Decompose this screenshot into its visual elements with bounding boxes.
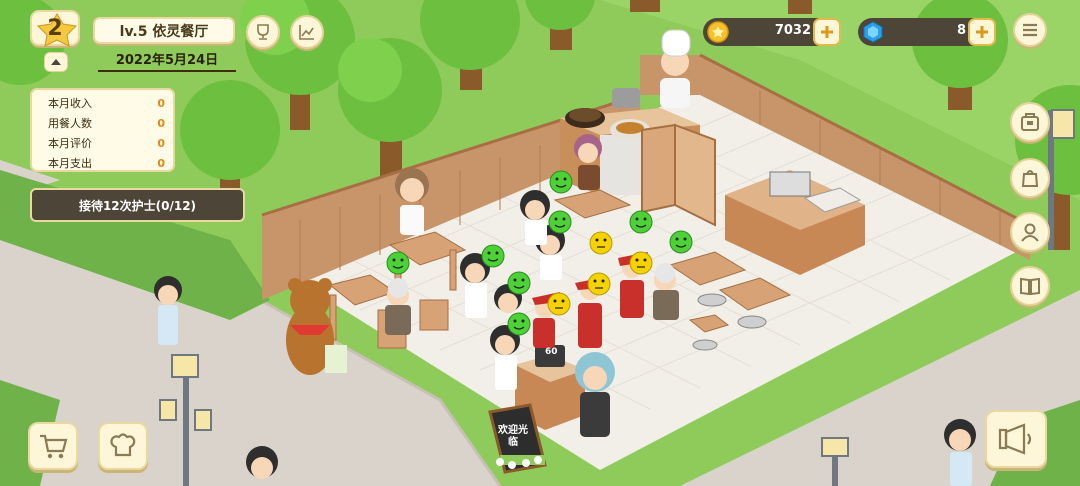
quest-bar[interactable]: 接待12次护士(0/12) xyxy=(30,188,245,222)
level-number: 2 xyxy=(47,15,63,41)
coin-counter: 7032 xyxy=(703,18,841,46)
chef-npc xyxy=(660,29,691,108)
stat-label: 用餐人数 xyxy=(48,117,92,130)
stat-row-rating: 本月评价 0 xyxy=(48,133,165,153)
chef-hat-icon xyxy=(110,433,136,457)
trophy-button[interactable] xyxy=(246,15,280,49)
stat-row-income: 本月收入 0 xyxy=(48,93,165,113)
plus-icon xyxy=(821,26,833,38)
level-badge[interactable]: 2 xyxy=(30,10,80,47)
game-date: 2022年5月24日 xyxy=(98,52,236,72)
restaurant-scene xyxy=(0,0,1080,486)
person-icon xyxy=(1021,223,1039,242)
chevron-up-icon xyxy=(51,59,61,65)
book-icon xyxy=(1020,277,1040,296)
stat-value: 0 xyxy=(157,136,165,150)
main-menu-button[interactable] xyxy=(1013,13,1047,47)
stat-row-expense: 本月支出 0 xyxy=(48,153,165,173)
stat-label: 本月评价 xyxy=(48,137,92,150)
megaphone-icon xyxy=(998,423,1032,455)
menu-icon xyxy=(1023,23,1037,37)
staff-button[interactable] xyxy=(1010,212,1050,252)
recipe-book-button[interactable] xyxy=(1010,266,1050,306)
stat-value: 0 xyxy=(157,156,165,170)
add-gems-button[interactable] xyxy=(968,18,996,46)
stat-value: 0 xyxy=(157,96,165,110)
stat-label: 本月收入 xyxy=(48,97,92,110)
bag-icon xyxy=(1021,170,1039,187)
stats-chart-button[interactable] xyxy=(290,15,324,49)
promotion-button[interactable] xyxy=(985,410,1047,468)
pedestrian-left xyxy=(154,276,182,345)
stat-row-diners: 用餐人数 0 xyxy=(48,113,165,133)
stat-value: 0 xyxy=(157,116,165,130)
welcome-sign-text: 欢迎光临 xyxy=(498,425,528,448)
storage-box-icon xyxy=(1021,113,1039,131)
add-coins-button[interactable] xyxy=(813,18,841,46)
gem-amount: 8 xyxy=(956,23,966,38)
coin-icon xyxy=(707,21,729,43)
chart-icon xyxy=(299,25,314,40)
shopping-cart-icon xyxy=(40,434,68,459)
gem-counter: 8 xyxy=(858,18,996,46)
stat-label: 本月支出 xyxy=(48,157,92,170)
shop-button[interactable] xyxy=(28,422,78,470)
plus-icon xyxy=(976,26,988,38)
restaurant-name[interactable]: lv.5 依灵餐厅 xyxy=(93,17,235,44)
gem-icon xyxy=(863,21,883,43)
monthly-stats-panel: 本月收入 0 用餐人数 0 本月评价 0 本月支出 0 xyxy=(30,88,175,172)
decorate-button[interactable] xyxy=(1010,102,1050,142)
cooking-button[interactable] xyxy=(98,422,148,470)
ingredients-button[interactable] xyxy=(1010,158,1050,198)
counter-number: 60 xyxy=(545,347,558,357)
trophy-icon xyxy=(257,24,269,40)
coin-amount: 7032 xyxy=(774,23,811,38)
collapse-stats-button[interactable] xyxy=(44,52,68,72)
